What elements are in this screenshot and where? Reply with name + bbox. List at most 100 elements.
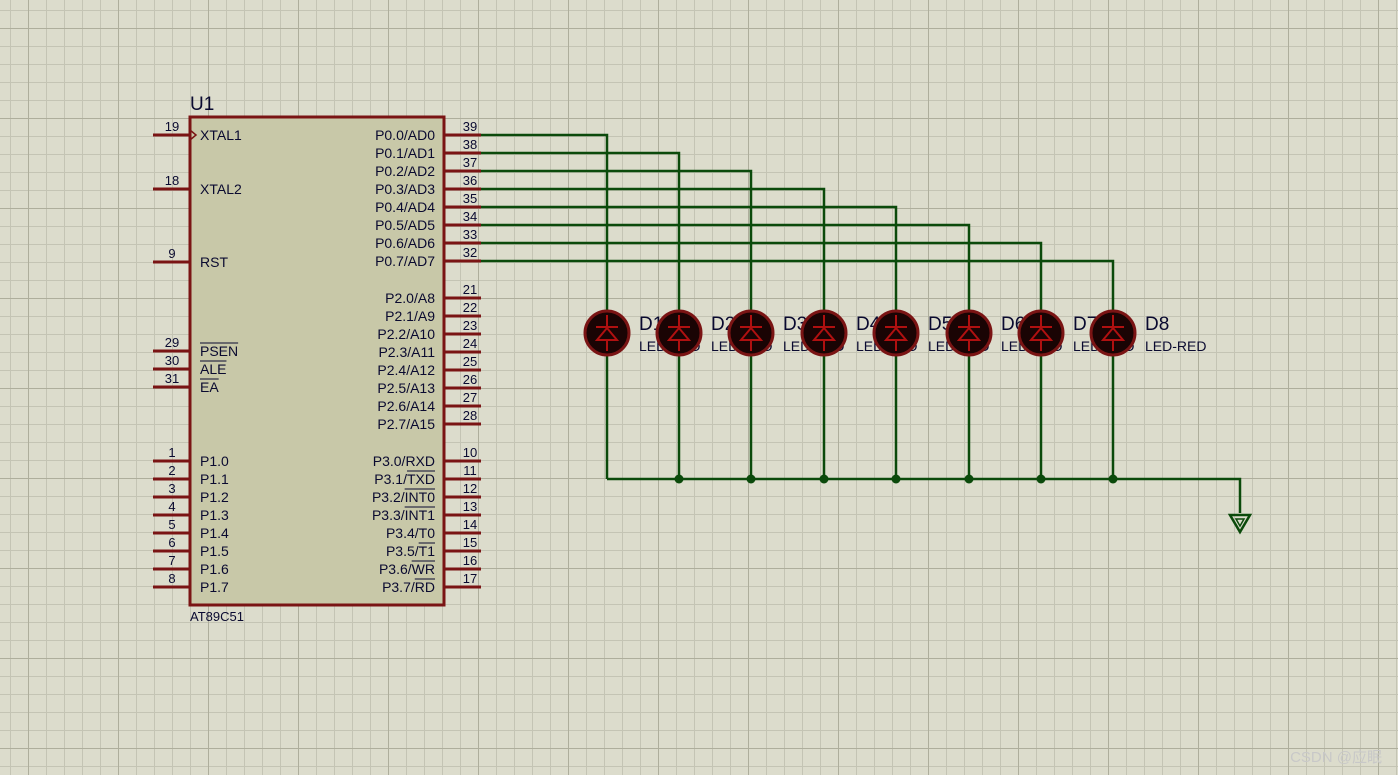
pin-number-26: 26 <box>463 372 477 387</box>
pin-number-29: 29 <box>165 335 179 350</box>
pin-label-34: P0.5/AD5 <box>375 217 435 233</box>
pin-label-26: P2.5/A13 <box>377 380 435 396</box>
pin-label-ea: EA <box>200 379 219 395</box>
pin-label-39: P0.0/AD0 <box>375 127 435 143</box>
pin-number-28: 28 <box>463 408 477 423</box>
pin-label-xtal1: XTAL1 <box>200 127 242 143</box>
pin-label-prefix: P3.6/ <box>379 561 412 577</box>
ground-bus-wire[interactable] <box>607 477 1242 513</box>
pin-number-9: 9 <box>168 246 175 261</box>
pin-number-23: 23 <box>463 318 477 333</box>
pin-label-inverted: INT0 <box>405 489 436 505</box>
pin-label-p1-6: P1.6 <box>200 561 229 577</box>
pin-number-10: 10 <box>463 445 477 460</box>
led-ref-d8: D8 <box>1145 314 1169 335</box>
schematic-drawing[interactable]: U1AT89C5119XTAL118XTAL29RST29PSEN30ALE31… <box>0 0 1398 775</box>
pin-number-38: 38 <box>463 137 477 152</box>
pin-number-13: 13 <box>463 499 477 514</box>
pin-number-3: 3 <box>168 481 175 496</box>
pin-label-12: P3.2/INT0 <box>372 489 435 505</box>
pin-number-30: 30 <box>165 353 179 368</box>
pin-number-25: 25 <box>463 354 477 369</box>
pin-number-32: 32 <box>463 245 477 260</box>
pin-label-27: P2.6/A14 <box>377 398 435 414</box>
chip-ref-label: U1 <box>190 94 214 115</box>
pin-label-p1-4: P1.4 <box>200 525 229 541</box>
pin-label-inverted: T1 <box>419 543 436 559</box>
pin-number-39: 39 <box>463 119 477 134</box>
pin-label-p1-7: P1.7 <box>200 579 229 595</box>
pin-number-12: 12 <box>463 481 477 496</box>
wire-p0-2[interactable] <box>481 169 753 311</box>
pin-label-25: P2.4/A12 <box>377 362 435 378</box>
pin-label-prefix: P3.5/ <box>386 543 419 559</box>
pin-label-prefix: P3.3/ <box>372 507 405 523</box>
pin-label-p1-0: P1.0 <box>200 453 229 469</box>
pin-number-21: 21 <box>463 282 477 297</box>
pin-label-38: P0.1/AD1 <box>375 145 435 161</box>
pin-number-17: 17 <box>463 571 477 586</box>
pin-number-35: 35 <box>463 191 477 206</box>
junction-dot <box>964 474 974 484</box>
wire-p0-4[interactable] <box>481 205 898 311</box>
pin-label-37: P0.2/AD2 <box>375 163 435 179</box>
pin-number-31: 31 <box>165 371 179 386</box>
pin-number-14: 14 <box>463 517 477 532</box>
junction-dot <box>674 474 684 484</box>
pin-label-10: P3.0/RXD <box>373 453 435 469</box>
pin-label-p1-1: P1.1 <box>200 471 229 487</box>
pin-label-22: P2.1/A9 <box>385 308 435 324</box>
pin-number-24: 24 <box>463 336 477 351</box>
pin-label-21: P2.0/A8 <box>385 290 435 306</box>
junction-dot <box>1036 474 1046 484</box>
pin-label-inverted: RD <box>415 579 435 595</box>
junction-dot <box>746 474 756 484</box>
pin-label-23: P2.2/A10 <box>377 326 435 342</box>
wire-p0-7[interactable] <box>481 259 1115 311</box>
pin-label-33: P0.6/AD6 <box>375 235 435 251</box>
junction-dot <box>1108 474 1118 484</box>
pin-label-inverted: INT1 <box>405 507 436 523</box>
pin-number-15: 15 <box>463 535 477 550</box>
pin-label-17: P3.7/RD <box>382 579 435 595</box>
ground-icon[interactable] <box>1227 513 1253 535</box>
pin-label-24: P2.3/A11 <box>378 344 435 360</box>
pin-number-34: 34 <box>463 209 477 224</box>
pin-label-inverted: WR <box>412 561 435 577</box>
pin-number-33: 33 <box>463 227 477 242</box>
pin-label-11: P3.1/TXD <box>374 471 435 487</box>
pin-number-16: 16 <box>463 553 477 568</box>
pin-label-prefix: P3.7/ <box>382 579 415 595</box>
pin-label-p1-3: P1.3 <box>200 507 229 523</box>
pin-number-4: 4 <box>168 499 175 514</box>
pin-number-1: 1 <box>168 445 175 460</box>
pin-label-inverted: TXD <box>407 471 435 487</box>
pin-number-27: 27 <box>463 390 477 405</box>
pin-number-18: 18 <box>165 173 179 188</box>
pin-label-psen: PSEN <box>200 343 238 359</box>
pin-number-6: 6 <box>168 535 175 550</box>
pin-label-28: P2.7/A15 <box>377 416 435 432</box>
pin-number-37: 37 <box>463 155 477 170</box>
pin-number-19: 19 <box>165 119 179 134</box>
pin-label-p1-5: P1.5 <box>200 543 229 559</box>
led-value-d8: LED-RED <box>1145 338 1206 354</box>
pin-number-2: 2 <box>168 463 175 478</box>
wire-p0-1[interactable] <box>481 151 681 311</box>
pin-label-32: P0.7/AD7 <box>375 253 435 269</box>
pin-label-rst: RST <box>200 254 228 270</box>
junction-dot <box>891 474 901 484</box>
pin-label-xtal2: XTAL2 <box>200 181 242 197</box>
pin-number-5: 5 <box>168 517 175 532</box>
pin-number-7: 7 <box>168 553 175 568</box>
wire-p0-0[interactable] <box>481 133 609 311</box>
pin-label-prefix: P3.1/ <box>374 471 407 487</box>
pin-label-16: P3.6/WR <box>379 561 435 577</box>
pin-label-ale: ALE <box>200 361 226 377</box>
pin-label-prefix: P3.2/ <box>372 489 405 505</box>
wire-p0-6[interactable] <box>481 241 1043 311</box>
pin-label-15: P3.5/T1 <box>386 543 435 559</box>
pin-label-p1-2: P1.2 <box>200 489 229 505</box>
pin-label-13: P3.3/INT1 <box>372 507 435 523</box>
pin-number-22: 22 <box>463 300 477 315</box>
